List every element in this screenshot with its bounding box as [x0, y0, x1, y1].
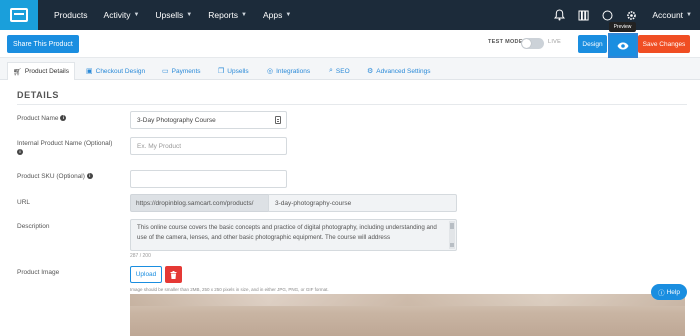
description-scrollbar[interactable] [449, 221, 455, 249]
tab-label: Payments [171, 67, 201, 75]
sku-input[interactable] [130, 170, 287, 188]
action-bar: Share This Product TEST MODE LIVE Design… [0, 30, 700, 58]
trash-icon [170, 270, 177, 279]
help-icon: ⓘ [658, 290, 665, 297]
test-mode-label: TEST MODE [488, 39, 523, 45]
delete-image-button[interactable] [165, 266, 182, 283]
chevron-down-icon: ▼ [686, 12, 692, 18]
copy-icon[interactable] [275, 116, 281, 124]
nav-upsells[interactable]: Upsells ▼ [155, 10, 192, 20]
tab-label: Product Details [24, 68, 69, 75]
nav-products-label: Products [54, 10, 88, 20]
tab-label: SEO [335, 67, 350, 75]
description-textarea[interactable]: This online course covers the basic conc… [130, 219, 457, 251]
share-product-button[interactable]: Share This Product [7, 35, 79, 53]
url-prefix: https://dropinblog.samcart.com/products/ [130, 194, 269, 212]
search-icon: ⌕ [329, 67, 333, 74]
internal-name-label-text: Internal Product Name (Optional) [17, 140, 113, 147]
chevron-down-icon: ▼ [133, 12, 140, 18]
stack-icon: ❐ [218, 68, 225, 75]
logo-icon [10, 8, 28, 22]
tab-label: Upsells [227, 67, 249, 75]
product-tabs: 🛒︎ Product Details ▣ Checkout Design ▭ Paym… [0, 58, 700, 80]
help-label: Help [666, 288, 680, 296]
tab-label: Advanced Settings [376, 67, 431, 75]
toggle-knob [522, 39, 531, 48]
internal-name-input[interactable]: Ex. My Product [130, 137, 287, 155]
credit-card-icon: ▭ [162, 68, 169, 75]
info-icon[interactable]: i [17, 149, 23, 156]
product-details-panel: DETAILS Product Name i 3-Day Photography… [0, 81, 700, 336]
image-icon: ▣ [86, 68, 93, 75]
settings-gear-icon[interactable] [624, 8, 638, 22]
samcart-logo[interactable] [0, 0, 38, 30]
tab-label: Integrations [276, 67, 311, 75]
upload-button[interactable]: Upload [130, 266, 162, 283]
tab-checkout-design[interactable]: ▣ Checkout Design [81, 62, 150, 80]
design-button[interactable]: Design [578, 35, 607, 53]
chevron-down-icon: ▼ [186, 12, 193, 18]
url-label: URL [17, 199, 31, 206]
live-label: LIVE [548, 39, 562, 45]
chevron-down-icon: ▼ [285, 12, 292, 18]
account-label: Account [652, 10, 684, 20]
url-slug-value: 3-day-photography-course [275, 199, 352, 207]
info-icon[interactable]: i [60, 115, 67, 122]
nav-upsells-label: Upsells [155, 10, 184, 20]
tab-advanced-settings[interactable]: ⚙ Advanced Settings [362, 62, 435, 80]
help-circle-icon[interactable] [600, 8, 614, 22]
nav-products[interactable]: Products [54, 10, 88, 20]
nav-apps[interactable]: Apps ▼ [263, 10, 291, 20]
library-icon[interactable] [576, 8, 590, 22]
chevron-down-icon: ▼ [241, 12, 247, 18]
internal-name-label: Internal Product Name (Optional) i [17, 139, 112, 157]
info-icon[interactable]: i [86, 173, 93, 180]
preview-tooltip: Preview [609, 22, 636, 32]
product-name-input[interactable]: 3-Day Photography Course [130, 111, 287, 129]
nav-reports[interactable]: Reports ▼ [208, 10, 247, 20]
tab-payments[interactable]: ▭ Payments [157, 62, 206, 80]
sku-label-text: Product SKU (Optional) [17, 173, 85, 180]
nav-apps-label: Apps [262, 10, 283, 20]
internal-name-placeholder: Ex. My Product [137, 142, 182, 150]
tab-upsells[interactable]: ❐ Upsells [213, 62, 254, 80]
tab-product-details[interactable]: 🛒︎ Product Details [7, 62, 75, 80]
product-image-label: Product Image [17, 269, 60, 276]
description-label: Description [17, 223, 50, 230]
image-requirements-hint: Image should be smaller than 2MB, 250 x … [130, 287, 329, 292]
help-button[interactable]: ⓘ Help [651, 284, 687, 300]
account-menu[interactable]: Account ▼ [652, 10, 692, 20]
save-changes-button[interactable]: Save Changes [638, 35, 690, 53]
product-name-label: Product Name i [17, 114, 67, 123]
test-mode-toggle[interactable] [521, 38, 544, 49]
tab-seo[interactable]: ⌕ SEO [324, 62, 355, 80]
description-value: This online course covers the basic conc… [137, 224, 437, 241]
tab-integrations[interactable]: ◎ Integrations [262, 62, 315, 80]
top-navbar: Products Activity ▼ Upsells ▼ Reports ▼ App… [0, 0, 700, 30]
product-image-preview [130, 294, 685, 336]
tab-label: Checkout Design [95, 67, 146, 75]
cart-icon: 🛒︎ [13, 68, 22, 76]
nav-activity-label: Activity [103, 10, 131, 20]
product-name-value: 3-Day Photography Course [137, 116, 216, 124]
nav-activity[interactable]: Activity ▼ [104, 10, 140, 20]
gears-icon: ⚙ [367, 68, 374, 75]
url-slug-input[interactable]: 3-day-photography-course [268, 194, 457, 212]
product-name-label-text: Product Name [17, 115, 59, 122]
section-divider [17, 104, 687, 105]
eye-icon [617, 42, 629, 49]
nav-reports-label: Reports [208, 10, 239, 20]
section-title: DETAILS [17, 90, 60, 100]
description-char-counter: 287 / 200 [130, 253, 151, 259]
bell-icon[interactable] [552, 8, 566, 22]
preview-button[interactable] [608, 33, 638, 58]
plug-icon: ◎ [267, 68, 274, 75]
sku-label: Product SKU (Optional) i [17, 172, 93, 181]
